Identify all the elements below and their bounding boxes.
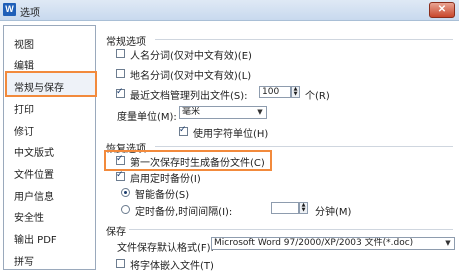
smart-backup-label: 智能备份(S) — [135, 190, 190, 201]
sidebar-item-view[interactable]: 视图 — [14, 36, 34, 51]
general-section-title: 常规选项 — [106, 37, 146, 48]
name-split-checkbox[interactable] — [116, 49, 125, 58]
unit-select-value: 毫米 — [182, 107, 201, 117]
sidebar-item-revision[interactable]: 修订 — [14, 123, 34, 138]
sidebar-item-chinese-layout[interactable]: 中文版式 — [14, 144, 54, 159]
sidebar-item-pdf-output[interactable]: 输出 PDF — [14, 231, 57, 246]
embed-fonts-label: 将字体嵌入文件(T) — [130, 261, 214, 272]
interval-backup-radio[interactable] — [121, 205, 130, 214]
save-divider — [129, 229, 453, 230]
sidebar-item-spelling[interactable]: 拼写 — [14, 253, 34, 268]
timed-backup-checkbox[interactable] — [116, 170, 125, 181]
sidebar-item-edit[interactable]: 编辑 — [14, 57, 34, 72]
sidebar-item-user-info[interactable]: 用户信息 — [14, 188, 54, 203]
interval-unit: 分钟(M) — [315, 207, 352, 218]
default-format-value: Microsoft Word 97/2000/XP/2003 文件(*.doc) — [214, 238, 414, 248]
recent-docs-spinner[interactable]: ▲ ▼ — [291, 86, 300, 98]
use-char-unit-label: 使用字符单位(H) — [193, 129, 269, 140]
default-format-label: 文件保存默认格式(F): — [117, 243, 214, 254]
interval-backup-label: 定时备份,时间间隔(I): — [135, 207, 233, 218]
first-save-backup-highlight — [104, 150, 272, 171]
smart-backup-radio[interactable] — [121, 188, 130, 197]
timed-backup-label: 启用定时备份(I) — [130, 174, 201, 185]
sidebar-item-security[interactable]: 安全性 — [14, 209, 44, 224]
recent-docs-input[interactable]: 100 — [259, 86, 291, 98]
interval-spinner[interactable]: ▲ ▼ — [299, 202, 308, 214]
general-divider — [155, 39, 453, 40]
sidebar-item-general-save[interactable]: 常规与保存 — [14, 79, 64, 94]
recent-docs-label: 最近文档管理列出文件(S): — [130, 91, 248, 102]
chevron-down-icon: ▼ — [445, 239, 451, 247]
default-format-select[interactable]: Microsoft Word 97/2000/XP/2003 文件(*.doc)… — [211, 237, 455, 250]
use-char-unit-checkbox[interactable] — [179, 125, 188, 136]
window-title: 选项 — [20, 8, 40, 19]
place-split-label: 地名分词(仅对中文有效)(L) — [130, 71, 252, 82]
sidebar-item-print[interactable]: 打印 — [14, 101, 34, 116]
unit-select[interactable]: 毫米 ▼ — [179, 106, 267, 119]
recovery-divider — [155, 146, 453, 147]
interval-input[interactable] — [271, 202, 299, 214]
embed-fonts-checkbox[interactable] — [116, 259, 125, 268]
sidebar-item-file-location[interactable]: 文件位置 — [14, 166, 54, 181]
recent-docs-checkbox[interactable] — [116, 87, 125, 98]
name-split-label: 人名分词(仅对中文有效)(E) — [130, 51, 252, 62]
chevron-down-icon: ▼ — [257, 108, 263, 116]
unit-label: 度量单位(M): — [117, 112, 177, 123]
close-button[interactable]: ✕ — [429, 2, 455, 18]
options-content: 常规选项 人名分词(仅对中文有效)(E) 地名分词(仅对中文有效)(L) 最近文… — [99, 25, 459, 272]
recent-docs-unit: 个(R) — [305, 91, 330, 102]
options-category-list: 视图 编辑 常规与保存 打印 修订 中文版式 文件位置 用户信息 安全性 输出 … — [3, 25, 97, 270]
save-section-title: 保存 — [106, 227, 126, 238]
title-bar: W 选项 ✕ — [0, 0, 459, 21]
wps-writer-icon: W — [3, 3, 16, 16]
place-split-checkbox[interactable] — [116, 69, 125, 78]
